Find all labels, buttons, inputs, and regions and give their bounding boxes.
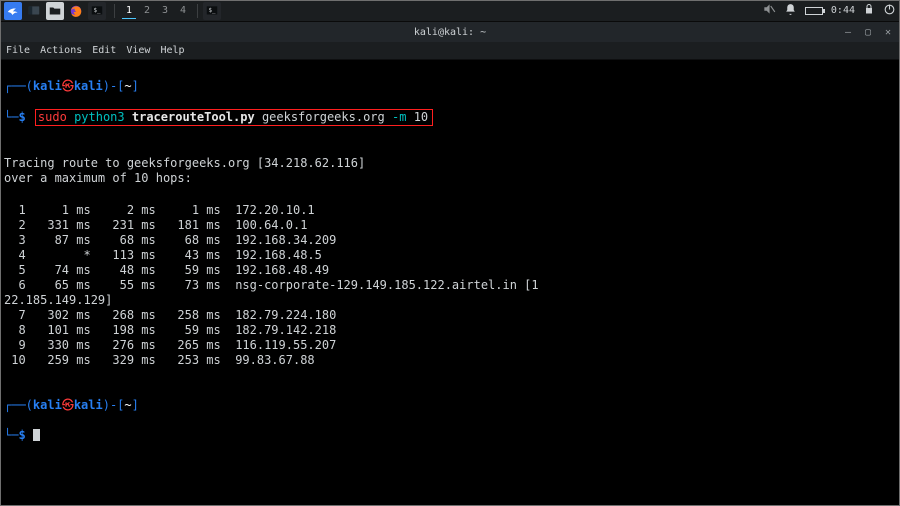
prompt-deco: )-[ [103,398,125,412]
power-icon[interactable] [883,3,896,19]
workspace-2[interactable]: 2 [140,3,154,19]
minimize-button[interactable]: ― [842,26,854,38]
cmd-flag-arg: 10 [414,110,428,124]
firefox-icon[interactable] [67,2,85,20]
menu-file[interactable]: File [6,45,30,56]
prompt-dollar: $ [18,110,25,124]
prompt-deco: ┌──( [4,398,33,412]
maximize-button[interactable]: ▢ [862,26,874,38]
terminal-glyph-icon: $_ [90,4,104,18]
prompt-path: ~ [124,398,131,412]
firefox-logo-icon [69,4,83,18]
terminal-icon[interactable]: $_ [88,2,106,20]
window-title: kali@kali: ~ [414,27,486,38]
prompt-deco: └─ [4,110,18,124]
cmd-sudo: sudo [38,110,67,124]
hop-table: 1 1 ms 2 ms 1 ms 172.20.10.1 2 331 ms 23… [4,203,896,368]
menu-view[interactable]: View [126,45,150,56]
desktop-taskbar: $_ 1 2 3 4 $_ 0:44 [0,0,900,22]
sound-muted-icon[interactable] [762,2,776,19]
panel-icon [27,4,41,18]
menu-help[interactable]: Help [160,45,184,56]
lock-icon[interactable] [863,3,875,18]
prompt-deco: )-[ [103,79,125,93]
highlighted-command: sudo python3 tracerouteTool.py geeksforg… [35,109,433,126]
prompt-path: ~ [124,79,131,93]
menu-edit[interactable]: Edit [92,45,116,56]
cmd-flag: -m [392,110,406,124]
prompt-host: kali [74,398,103,412]
kali-menu-icon[interactable] [4,2,22,20]
cursor [33,429,40,441]
cmd-script: tracerouteTool.py [132,110,255,124]
prompt-dollar: $ [18,428,25,442]
window-controls: ― ▢ ✕ [842,26,894,38]
prompt-user: kali [33,398,62,412]
trace-header-2: over a maximum of 10 hops: [4,171,192,185]
cmd-interp: python3 [74,110,125,124]
prompt-deco: └─ [4,428,18,442]
prompt-deco: ] [132,398,139,412]
prompt-at-icon: ㉿ [62,79,74,93]
menu-actions[interactable]: Actions [40,45,82,56]
workspace-3[interactable]: 3 [158,3,172,19]
battery-icon[interactable] [805,7,823,15]
prompt-deco: ┌──( [4,79,33,93]
clock[interactable]: 0:44 [831,5,855,16]
taskbar-tray: 0:44 [762,2,896,19]
running-terminal-icon[interactable]: $_ [203,2,221,20]
svg-text:$_: $_ [94,8,102,14]
taskbar-separator-2 [197,4,198,18]
taskbar-app-icon-1[interactable] [25,2,43,20]
svg-text:$_: $_ [209,8,217,14]
workspace-4[interactable]: 4 [176,3,190,19]
prompt-user: kali [33,79,62,93]
prompt-deco: ] [132,79,139,93]
terminal-glyph-icon: $_ [205,4,219,18]
window-titlebar[interactable]: kali@kali: ~ ― ▢ ✕ [0,22,900,42]
file-manager-icon[interactable] [46,2,64,20]
close-button[interactable]: ✕ [882,26,894,38]
dragon-icon [6,4,20,18]
taskbar-separator [114,4,115,18]
notification-bell-icon[interactable] [784,3,797,19]
prompt-at-icon: ㉿ [62,398,74,412]
prompt-host: kali [74,79,103,93]
workspace-1[interactable]: 1 [122,3,136,19]
terminal-menubar: File Actions Edit View Help [0,42,900,60]
terminal-viewport[interactable]: ┌──(kali㉿kali)-[~] └─$ sudo python3 trac… [0,60,900,462]
folder-icon [48,4,62,18]
cmd-target: geeksforgeeks.org [262,110,385,124]
trace-header-1: Tracing route to geeksforgeeks.org [34.2… [4,156,365,170]
